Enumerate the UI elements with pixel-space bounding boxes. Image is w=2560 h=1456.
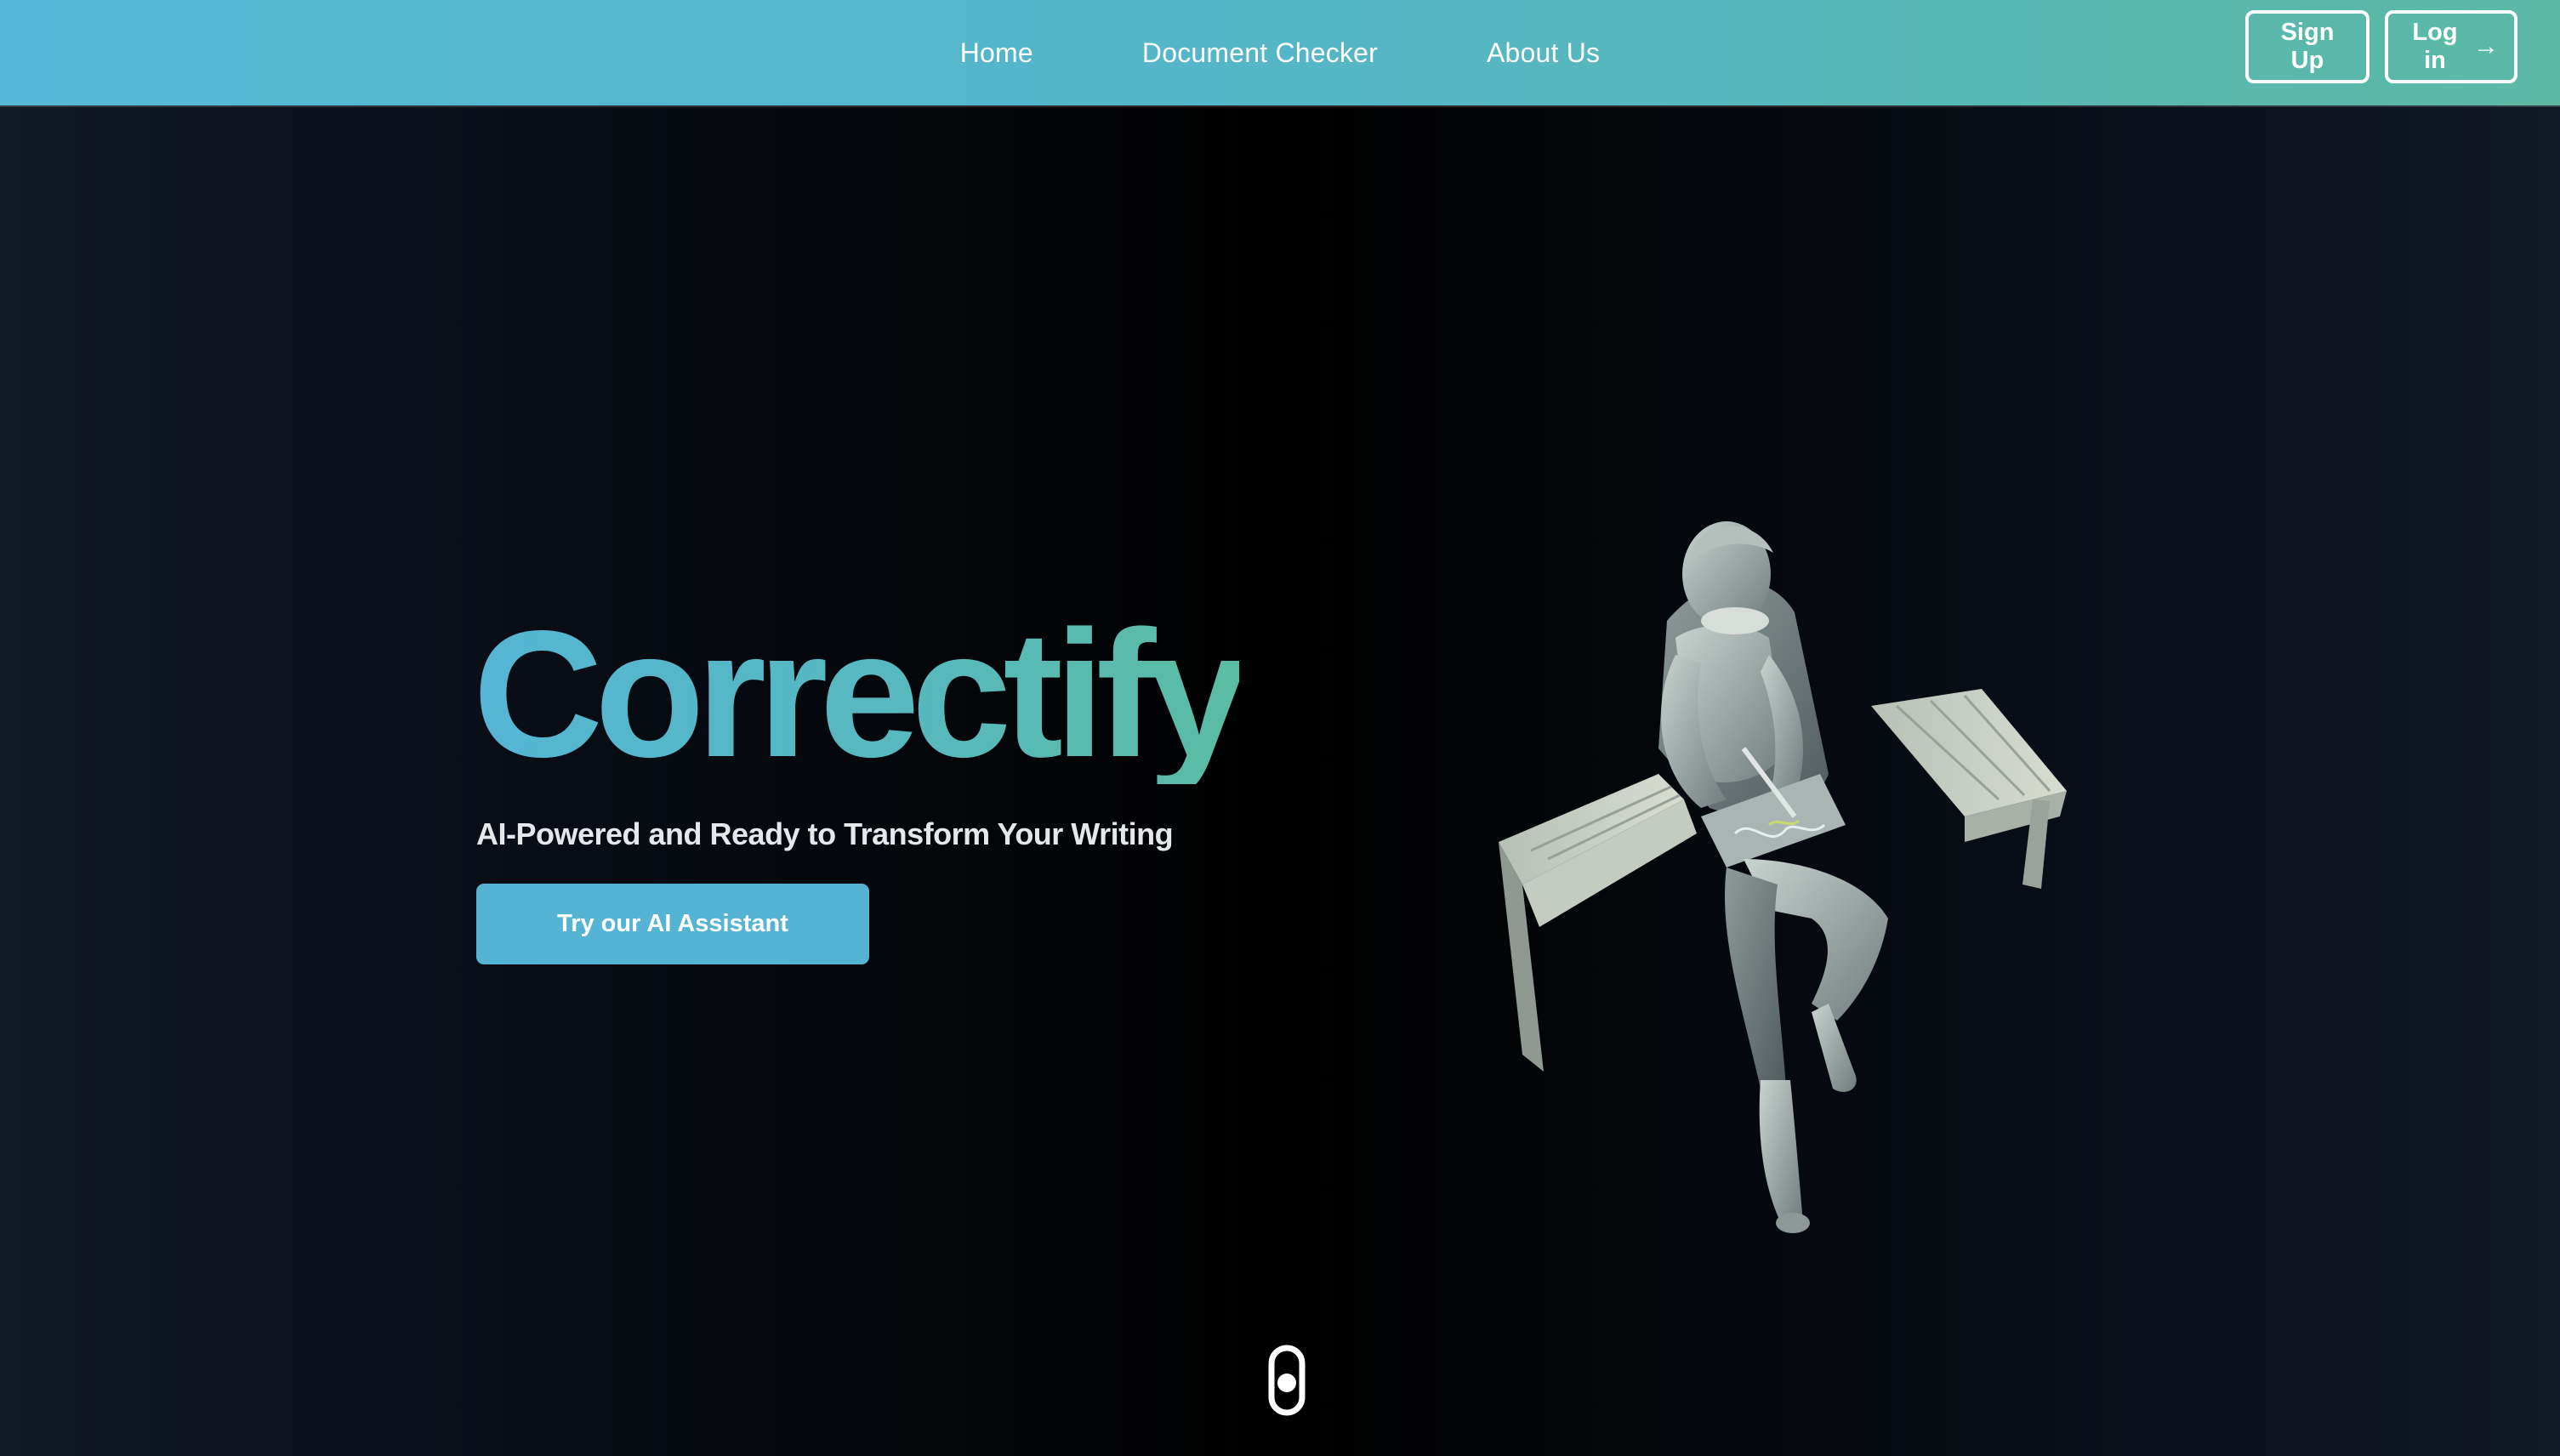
- landing-page: Home Document Checker About Us Sign Up L…: [0, 0, 2560, 1456]
- arrow-right-icon: →: [2473, 32, 2499, 60]
- try-ai-assistant-button[interactable]: Try our AI Assistant: [476, 884, 869, 964]
- figure-shape: [1658, 521, 1888, 1233]
- log-in-button[interactable]: Log in →: [2385, 10, 2517, 83]
- statue-image: [1499, 521, 2067, 1233]
- brand-title: Correctify: [473, 593, 1248, 794]
- top-nav: Home Document Checker About Us Sign Up L…: [0, 0, 2560, 105]
- sign-up-label: Sign Up: [2280, 19, 2335, 74]
- nav-link-document-checker[interactable]: Document Checker: [1142, 37, 1378, 69]
- nav-links: Home Document Checker About Us: [0, 0, 2560, 105]
- scroll-mouse-icon[interactable]: [1267, 1344, 1306, 1417]
- log-in-label: Log in: [2412, 19, 2458, 74]
- nav-link-about-us[interactable]: About Us: [1487, 37, 1600, 69]
- hero-tagline: AI-Powered and Ready to Transform Your W…: [476, 816, 1174, 851]
- nav-link-home[interactable]: Home: [960, 37, 1033, 69]
- nav-actions: Sign Up Log in →: [2245, 10, 2517, 83]
- sign-up-button[interactable]: Sign Up: [2245, 10, 2369, 83]
